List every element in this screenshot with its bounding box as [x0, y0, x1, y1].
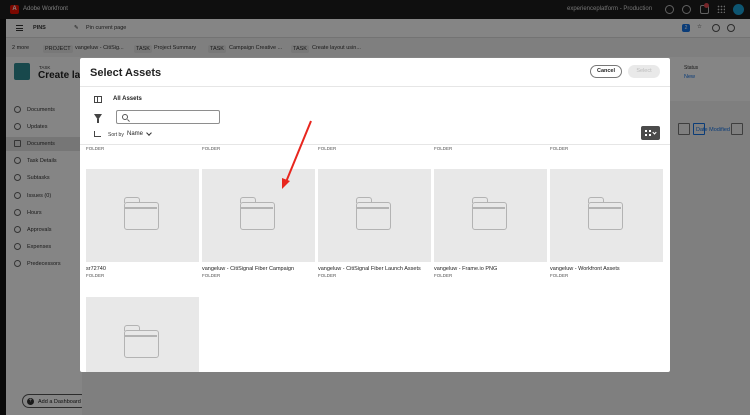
arrow-head: [282, 178, 290, 189]
app-root: A Adobe Workfront experienceplatform - P…: [0, 0, 750, 415]
annotation-arrow: [282, 120, 312, 189]
arrow-shaft: [285, 120, 312, 183]
